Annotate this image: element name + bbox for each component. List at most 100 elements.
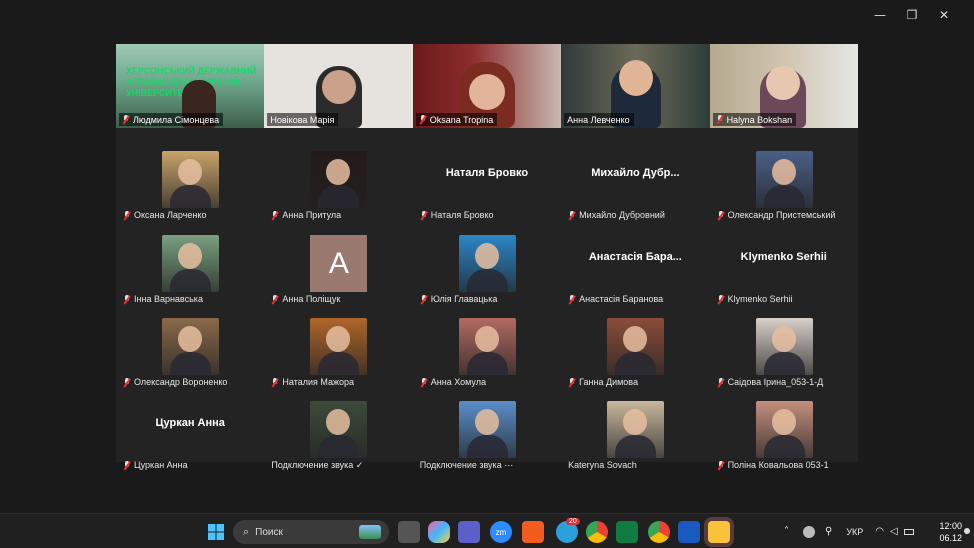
windows-start-icon[interactable] [205, 521, 227, 543]
avatar-body [615, 352, 657, 375]
participant-avatar [755, 401, 813, 458]
notification-dot-icon [964, 528, 970, 534]
avatar-person [771, 326, 796, 352]
participant-avatar [310, 401, 368, 458]
avatar-person [623, 409, 648, 435]
participant-name-label: Наталия Мажора [268, 375, 357, 389]
participant-tile[interactable]: Цуркан Анна Цуркан Анна [116, 389, 264, 472]
mic-muted-icon [568, 294, 576, 304]
minimize-button[interactable]: — [864, 6, 896, 24]
participant-tile[interactable]: Оксана Ларченко [116, 139, 264, 222]
chevron-up-icon[interactable]: ˄ [784, 526, 789, 537]
avatar-body [466, 435, 508, 458]
participant-tile[interactable]: Наталия Мажора [264, 306, 412, 389]
wifi-icon[interactable]: ◠ [875, 526, 884, 537]
app-orange-icon[interactable] [522, 521, 544, 543]
participant-name: Михайло Дубровний [579, 210, 665, 220]
participant-name-label: Поліна Ковальова 053-1 [714, 458, 832, 472]
clock-date: 06.12 [939, 533, 962, 543]
video-tile[interactable]: Анна Левченко [561, 44, 710, 128]
participant-tile[interactable]: Олександр Пристемський [710, 139, 858, 222]
participant-tile[interactable]: Поліна Ковальова 053-1 [710, 389, 858, 472]
participant-tile[interactable]: Kateryna Sovach [561, 389, 709, 472]
participant-display-name: Наталя Бровко [445, 167, 529, 179]
participant-name-label: Klymenko Serhii [714, 292, 796, 306]
gallery-view: ХЕРСОНСЬКИЙ ДЕРЖАВНИЙ АГРАРНО-ЕКОНОМІЧНИЙ… [116, 44, 858, 470]
task-view-icon[interactable] [398, 521, 420, 543]
close-button[interactable]: ✕ [928, 6, 960, 24]
participant-name: Олександр Вороненко [134, 377, 228, 387]
video-tile[interactable]: ХЕРСОНСЬКИЙ ДЕРЖАВНИЙ АГРАРНО-ЕКОНОМІЧНИЙ… [116, 44, 265, 128]
participant-tile[interactable]: Наталя Бровко Наталя Бровко [413, 139, 561, 222]
teams-icon[interactable] [458, 521, 480, 543]
participant-avatar [162, 151, 219, 208]
participant-tile[interactable]: Klymenko Serhii Klymenko Serhii [710, 223, 858, 306]
zoom-tray-icon[interactable] [803, 525, 815, 538]
file-explorer-icon[interactable] [708, 521, 730, 543]
mic-muted-icon [123, 460, 131, 470]
mic-muted-icon [123, 377, 131, 387]
clock[interactable]: 12:00 06.12 [939, 520, 962, 544]
chrome-profile-icon[interactable] [648, 521, 670, 543]
video-tile-active-speaker[interactable]: Oksana Tropina [412, 44, 562, 128]
video-row: ХЕРСОНСЬКИЙ ДЕРЖАВНИЙ АГРАРНО-ЕКОНОМІЧНИЙ… [116, 44, 858, 128]
participant-name: Klymenko Serhii [727, 294, 793, 304]
participant-name-label: Інна Варнавська [120, 292, 206, 306]
restore-button[interactable]: ❐ [896, 6, 928, 24]
avatar-body [318, 185, 360, 208]
chrome-icon[interactable] [586, 521, 608, 543]
participant-name: Саідова Ірина_053-1-Д [727, 377, 824, 387]
avatar-person [623, 326, 648, 352]
participant-avatar [458, 401, 516, 458]
video-tile[interactable]: Halyna Bokshan [709, 44, 858, 128]
participant-tile[interactable]: Інна Варнавська [116, 223, 264, 306]
participant-tile[interactable]: Анастасія Бара... Анастасія Баранова [561, 223, 709, 306]
video-tile[interactable]: Новікова Марія [264, 44, 413, 128]
battery-icon[interactable] [903, 528, 914, 535]
search-placeholder: Поиск [255, 526, 283, 538]
mic-tray-icon[interactable]: ⚲ [825, 526, 832, 537]
person-face [765, 66, 800, 100]
avatar-body [318, 352, 360, 375]
mic-muted-icon [568, 210, 576, 220]
volume-icon[interactable]: ◁ [890, 526, 898, 537]
participant-tile[interactable]: Олександр Вороненко [116, 306, 264, 389]
participant-name-label: Людмила Сімонцева [119, 113, 224, 126]
word-icon[interactable] [678, 521, 700, 543]
language-indicator[interactable]: УКР [846, 527, 863, 537]
avatar-body [466, 352, 508, 375]
participant-name-label: Подключение звука ✓ [268, 458, 366, 472]
participant-tile[interactable]: Подключение звука ⋯ [413, 389, 561, 472]
copilot-icon[interactable] [428, 521, 450, 543]
participant-avatar [162, 318, 219, 375]
participant-name-label: Саідова Ірина_053-1-Д [714, 375, 827, 389]
participant-name-label: Halyna Bokshan [712, 113, 797, 126]
participant-avatar [458, 318, 516, 375]
participant-name-label: Олександр Пристемський [714, 208, 839, 222]
participant-avatar [162, 235, 219, 292]
avatar-person [474, 243, 499, 269]
participant-tile[interactable]: Юлія Главацька [413, 223, 561, 306]
mic-muted-icon [123, 210, 131, 220]
participant-tile[interactable]: Михайло Дубр... Михайло Дубровний [561, 139, 709, 222]
person-face [619, 60, 654, 96]
participant-tile[interactable]: Анна Хомула [413, 306, 561, 389]
participant-tile[interactable]: Ганна Димова [561, 306, 709, 389]
taskbar-search-box[interactable]: ⌕ Поиск [233, 520, 389, 544]
avatar-person [178, 159, 202, 185]
avatar-body [466, 269, 508, 292]
participant-avatar [755, 318, 813, 375]
avatar-person [474, 409, 499, 435]
participant-row: Інна Варнавська A Анна Поліщук Юлія Главаць… [116, 223, 858, 306]
avatar-person [326, 409, 351, 435]
participant-tile[interactable]: Саідова Ірина_053-1-Д [710, 306, 858, 389]
participant-tile[interactable]: Анна Притула [264, 139, 412, 222]
participant-tile[interactable]: A Анна Поліщук [264, 223, 412, 306]
participant-name-label: Анастасія Баранова [565, 292, 666, 306]
participant-name-label: Ганна Димова [565, 375, 641, 389]
excel-icon[interactable] [616, 521, 638, 543]
zoom-icon[interactable]: zm [490, 521, 512, 543]
mic-muted-icon [420, 210, 428, 220]
mic-muted-icon [271, 377, 279, 387]
participant-tile[interactable]: Подключение звука ✓ [264, 389, 412, 472]
